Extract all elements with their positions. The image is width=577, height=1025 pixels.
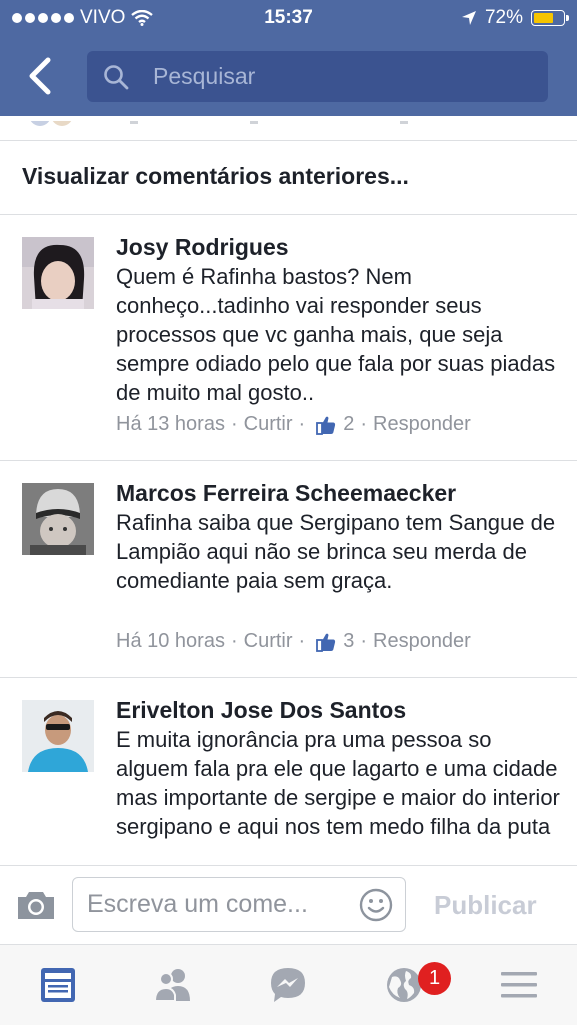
comment-actions: Há 10 horas · Curtir · 3 · Responder <box>116 630 471 653</box>
comment-input-placeholder: Escreva um come... <box>87 890 308 918</box>
status-bar: VIVO 15:37 72% <box>0 0 577 38</box>
like-count[interactable]: 3 <box>343 630 354 653</box>
like-button[interactable]: Curtir <box>244 413 293 436</box>
comment-timestamp[interactable]: Há 13 horas <box>116 413 225 436</box>
status-right: 72% <box>461 7 569 29</box>
separator-dot: · <box>298 413 306 435</box>
menu-icon[interactable] <box>499 965 539 1005</box>
bottom-tab-bar <box>0 944 577 1025</box>
comment-author[interactable]: Josy Rodrigues <box>116 234 289 261</box>
comment-text: Rafinha saiba que Sergipano tem Sangue d… <box>116 510 556 593</box>
comment-actions: Há 13 horas · Curtir · 2 · Responder <box>116 413 471 436</box>
location-arrow-icon <box>461 11 476 25</box>
smiley-icon[interactable] <box>359 888 393 922</box>
camera-icon[interactable] <box>16 889 56 921</box>
view-previous-comments-label: Visualizar comentários anteriores... <box>22 163 409 189</box>
reply-button[interactable]: Responder <box>373 413 471 436</box>
avatar[interactable] <box>22 700 94 772</box>
comment-input[interactable]: Escreva um come... <box>72 877 406 932</box>
comment-item: Marcos Ferreira Scheemaecker Rafinha sai… <box>0 461 577 678</box>
publish-button[interactable]: Publicar <box>434 890 537 921</box>
cropped-reactions-row <box>29 104 408 126</box>
search-icon <box>104 65 129 90</box>
friends-icon[interactable] <box>153 965 193 1005</box>
reply-button[interactable]: Responder <box>373 630 471 653</box>
like-count[interactable]: 2 <box>343 413 354 436</box>
separator-dot: · <box>230 630 238 652</box>
separator-dot: · <box>360 413 367 435</box>
search-placeholder: Pesquisar <box>153 63 256 89</box>
notification-badge: 1 <box>418 962 451 995</box>
comment-text: Quem é Rafinha bastos? Nem conheço...tad… <box>116 264 556 405</box>
like-button[interactable]: Curtir <box>244 630 293 653</box>
view-previous-comments[interactable]: Visualizar comentários anteriores... <box>0 141 577 215</box>
comment-timestamp[interactable]: Há 10 horas <box>116 630 225 653</box>
separator-dot: · <box>298 630 306 652</box>
battery-icon <box>531 10 569 26</box>
comment-item: Erivelton Jose Dos Santos E muita ignorâ… <box>0 678 577 865</box>
comment-composer: Escreva um come... Publicar <box>0 865 577 945</box>
avatar[interactable] <box>22 237 94 309</box>
chevron-left-icon[interactable] <box>24 56 64 96</box>
separator-dot: · <box>360 630 367 652</box>
scrolled-off-content <box>0 104 577 141</box>
thumbs-up-icon <box>316 633 336 652</box>
separator-dot: · <box>230 413 238 435</box>
comment-author[interactable]: Marcos Ferreira Scheemaecker <box>116 480 456 507</box>
comment-author[interactable]: Erivelton Jose Dos Santos <box>116 697 406 724</box>
comment-item: Josy Rodrigues Quem é Rafinha bastos? Ne… <box>0 215 577 461</box>
top-navigation-bar: VIVO 15:37 72% Pesquisar <box>0 0 577 116</box>
thumbs-up-icon <box>316 416 336 435</box>
notifications-globe-icon[interactable] <box>384 965 424 1005</box>
comment-text: E muita ignorância pra uma pessoa so alg… <box>116 727 560 839</box>
news-feed-icon[interactable] <box>38 965 78 1005</box>
messenger-icon[interactable] <box>268 965 308 1005</box>
avatar[interactable] <box>22 483 94 555</box>
search-input[interactable]: Pesquisar <box>87 51 548 102</box>
battery-percent: 72% <box>484 7 523 28</box>
